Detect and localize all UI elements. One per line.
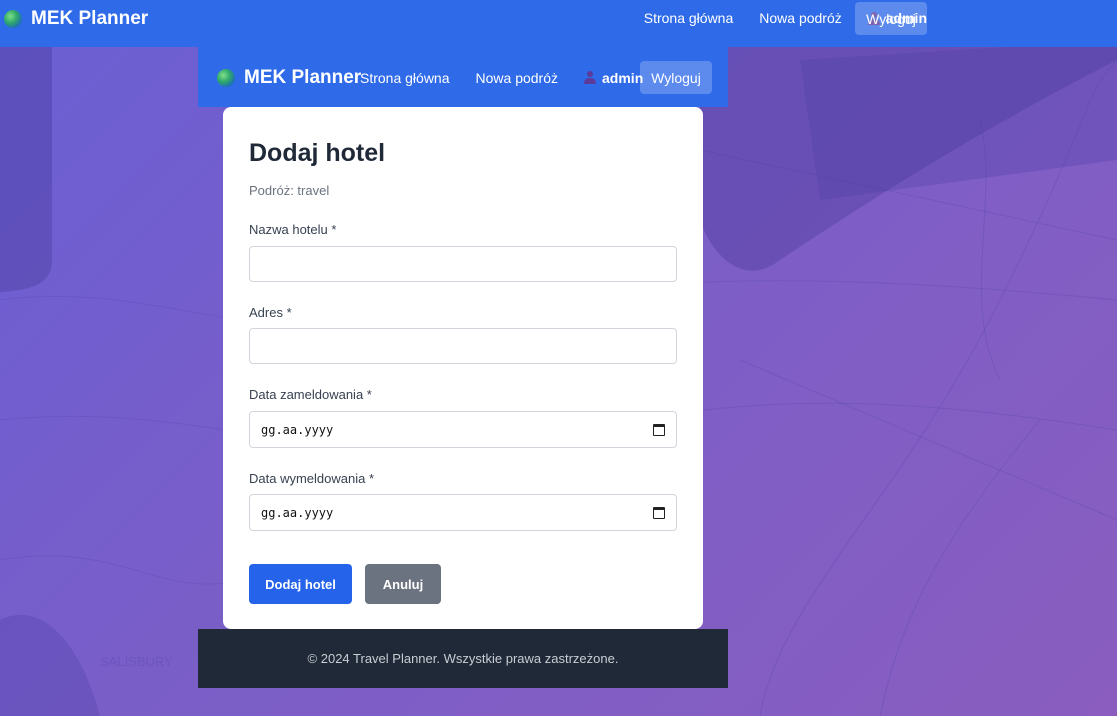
inner-username: admin bbox=[602, 69, 644, 86]
add-hotel-card: Dodaj hotel Podróż: travel Nazwa hotelu … bbox=[223, 107, 703, 629]
nav-home-link[interactable]: Strona główna bbox=[644, 10, 734, 26]
brand-label: MEK Planner bbox=[31, 8, 149, 29]
cancel-button[interactable]: Anuluj bbox=[365, 564, 441, 604]
check-in-date-input[interactable]: gg.aa.yyyy bbox=[249, 411, 677, 448]
logout-button[interactable]: Wyloguj bbox=[855, 2, 927, 35]
calendar-icon[interactable] bbox=[653, 424, 665, 436]
inner-navbar: MEK Planner Strona główna Nowa podróż ad… bbox=[198, 47, 728, 107]
check-in-label: Data zameldowania * bbox=[249, 387, 372, 402]
brand[interactable]: MEK Planner bbox=[4, 8, 148, 30]
check-out-label: Data wymeldowania * bbox=[249, 471, 375, 486]
add-hotel-button[interactable]: Dodaj hotel bbox=[249, 564, 352, 604]
top-navbar: MEK Planner Strona główna Nowa podróż ad… bbox=[0, 0, 1117, 47]
globe-icon bbox=[217, 69, 235, 87]
inner-brand[interactable]: MEK Planner bbox=[217, 67, 361, 89]
inner-brand-label: MEK Planner bbox=[244, 67, 362, 88]
page-title: Dodaj hotel bbox=[249, 139, 386, 167]
calendar-icon[interactable] bbox=[653, 507, 665, 519]
check-out-placeholder: gg.aa.yyyy bbox=[261, 505, 334, 520]
hotel-name-input[interactable] bbox=[249, 246, 677, 282]
map-label: SALISBURY bbox=[100, 654, 173, 669]
inner-logout-button[interactable]: Wyloguj bbox=[640, 61, 712, 94]
trip-subtitle: Podróż: travel bbox=[249, 183, 330, 198]
address-label: Adres * bbox=[249, 305, 292, 320]
check-in-placeholder: gg.aa.yyyy bbox=[261, 422, 334, 437]
check-out-date-input[interactable]: gg.aa.yyyy bbox=[249, 494, 677, 531]
hotel-name-label: Nazwa hotelu * bbox=[249, 222, 337, 237]
footer: © 2024 Travel Planner. Wszystkie prawa z… bbox=[198, 629, 728, 688]
inner-nav-new-trip-link[interactable]: Nowa podróż bbox=[476, 70, 559, 86]
inner-user-menu[interactable]: admin bbox=[584, 70, 643, 86]
footer-copyright: © 2024 Travel Planner. Wszystkie prawa z… bbox=[307, 651, 619, 666]
nav-new-trip-link[interactable]: Nowa podróż bbox=[759, 10, 842, 26]
address-input[interactable] bbox=[249, 328, 677, 364]
inner-nav-home-link[interactable]: Strona główna bbox=[360, 70, 450, 86]
inner-nav-links: Strona główna Nowa podróż admin bbox=[360, 61, 643, 94]
globe-icon bbox=[4, 10, 22, 28]
user-icon bbox=[584, 71, 597, 84]
